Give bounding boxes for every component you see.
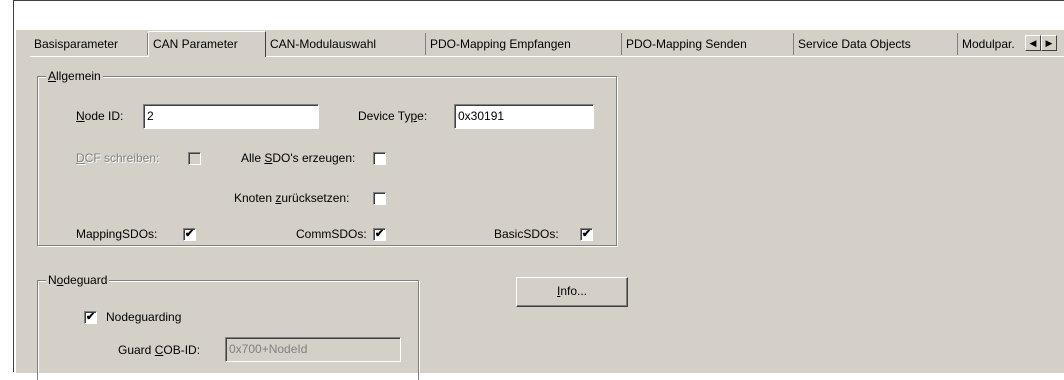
tab-pdo-mapping-empfangen[interactable]: PDO-Mapping Empfangen	[426, 33, 622, 55]
check-icon: ✔	[85, 311, 96, 323]
info-button[interactable]: Info...	[516, 277, 628, 307]
device-type-label: Device Type:	[358, 109, 428, 123]
knoten-checkbox[interactable]	[373, 192, 386, 205]
tab-label: CAN-Modulauswahl	[270, 37, 377, 51]
window-edge-left	[13, 0, 14, 372]
guard-cob-id-input[interactable]: 0x700+NodeId	[225, 337, 401, 362]
alle-sdo-checkbox[interactable]	[373, 152, 386, 165]
nodeguarding-label: Nodeguarding	[106, 310, 182, 324]
knoten-label: Knoten zurücksetzen:	[234, 191, 350, 205]
tab-pdo-mapping-senden[interactable]: PDO-Mapping Senden	[622, 33, 794, 55]
nodeguard-group: Nodeguard	[37, 273, 419, 380]
mapping-sdos-checkbox[interactable]: ✔	[183, 228, 196, 241]
tab-label: CAN Parameter	[153, 37, 238, 51]
nodeguarding-checkbox[interactable]: ✔	[84, 311, 97, 324]
tab-can-parameter[interactable]: CAN Parameter	[148, 31, 266, 57]
comm-sdos-checkbox[interactable]: ✔	[373, 228, 386, 241]
tab-scroll-left-icon[interactable]: ◀	[1025, 35, 1041, 51]
tab-label: Basisparameter	[34, 37, 119, 51]
tab-label: Modulpar.	[962, 37, 1015, 51]
tab-scroll-right-icon[interactable]: ▶	[1041, 35, 1057, 51]
tab-basisparameter[interactable]: Basisparameter	[30, 33, 148, 55]
alle-sdo-label: Alle SDO's erzeugen:	[241, 151, 356, 165]
check-icon: ✔	[581, 228, 592, 240]
check-icon: ✔	[374, 228, 385, 240]
window-edge-top	[13, 0, 1064, 1]
dcf-schreiben-checkbox[interactable]	[188, 152, 201, 165]
nodeguard-title: Nodeguard	[46, 273, 110, 287]
tab-label: PDO-Mapping Senden	[626, 37, 747, 51]
device-type-input[interactable]: 0x30191	[454, 104, 594, 129]
check-icon: ✔	[184, 228, 195, 240]
basic-sdos-checkbox[interactable]: ✔	[580, 228, 593, 241]
mapping-sdos-label: MappingSDOs:	[76, 227, 158, 241]
dcf-schreiben-label: DCF schreiben:	[76, 151, 160, 165]
tab-modulpar[interactable]: Modulpar.	[958, 33, 1024, 55]
node-id-input[interactable]: 2	[143, 104, 319, 129]
tab-label: Service Data Objects	[798, 37, 911, 51]
tab-label: PDO-Mapping Empfangen	[430, 37, 571, 51]
allgemein-title: Allgemein	[46, 69, 103, 83]
tab-can-modulauswahl[interactable]: CAN-Modulauswahl	[266, 33, 426, 55]
tab-service-data-objects[interactable]: Service Data Objects	[794, 33, 958, 55]
guard-cob-id-label: Guard COB-ID:	[118, 343, 201, 357]
comm-sdos-label: CommSDOs:	[296, 227, 367, 241]
node-id-label: Node ID:	[76, 109, 124, 123]
tab-bar: Basisparameter CAN Parameter CAN-Modulau…	[30, 31, 1064, 57]
basic-sdos-label: BasicSDOs:	[494, 227, 559, 241]
